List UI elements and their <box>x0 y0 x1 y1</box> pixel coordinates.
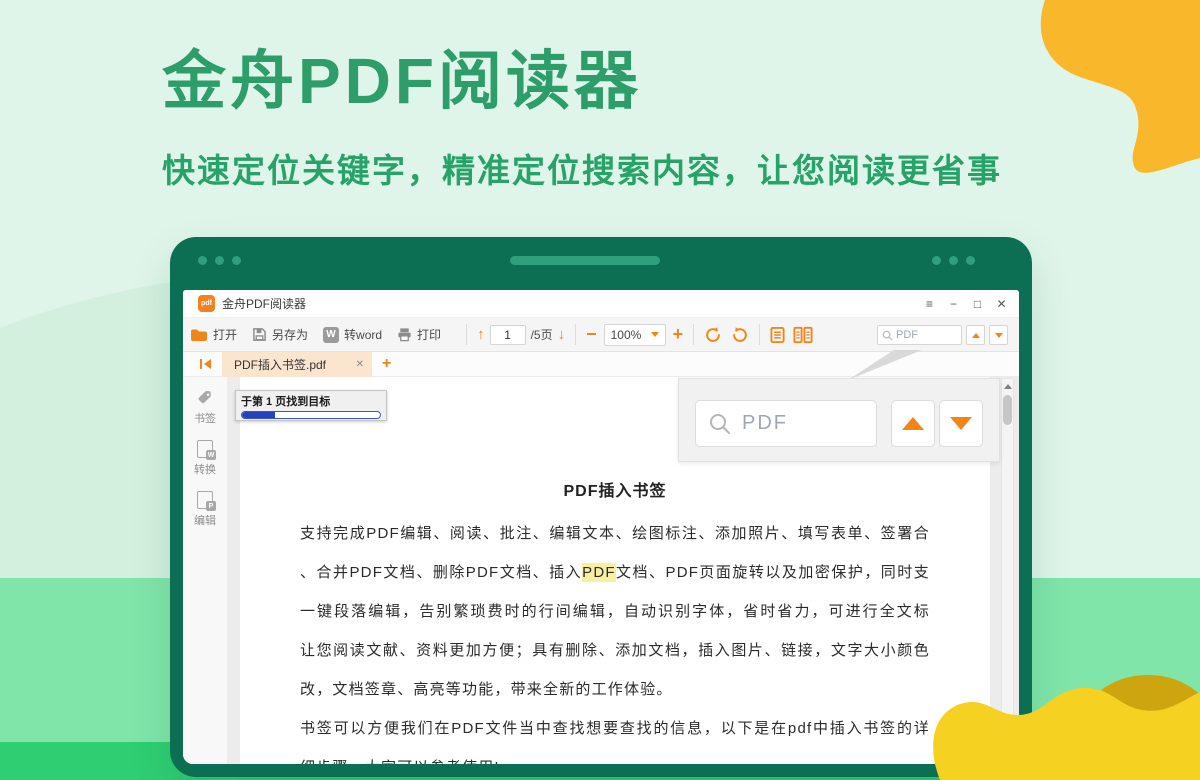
tab-title: PDF插入书签.pdf <box>234 356 350 373</box>
minimize-icon[interactable]: − <box>946 297 961 311</box>
to-word-label: 转word <box>344 326 382 343</box>
app-title: 金舟PDF阅读器 <box>222 295 306 312</box>
document-line: 支持完成PDF编辑、阅读、批注、编辑文本、绘图标注、添加照片、填写表单、签署合同 <box>300 514 930 553</box>
zoom-value: 100% <box>611 328 642 342</box>
document-line: 、合并PDF文档、删除PDF文档、插入PDF文档、PDF页面旋转以及加密保护，同… <box>300 553 930 592</box>
edit-icon: P <box>197 491 213 509</box>
search-overlay-box[interactable] <box>695 400 877 447</box>
open-label: 打开 <box>213 326 237 343</box>
sidebar-item-label: 书签 <box>194 410 216 426</box>
save-icon <box>252 327 267 342</box>
print-button[interactable]: 打印 <box>397 326 441 343</box>
sidebar-item-convert[interactable]: W 转换 <box>183 440 227 477</box>
search-overlay <box>678 378 1000 462</box>
search-prev-button-large[interactable] <box>891 400 935 447</box>
scrollbar-thumb[interactable] <box>1003 395 1012 425</box>
page: 金舟PDF阅读器 快速定位关键字，精准定位搜索内容，让您阅读更省事 pdf 金舟… <box>0 0 1200 780</box>
search-prev-button[interactable] <box>966 325 985 345</box>
folder-open-icon <box>190 328 208 342</box>
chrome-pill <box>510 256 660 265</box>
tab-document[interactable]: PDF插入书签.pdf ✕ <box>222 352 372 377</box>
toolbar-separator <box>466 324 467 345</box>
chrome-dots-right <box>932 256 975 265</box>
close-icon[interactable]: ✕ <box>994 297 1009 311</box>
toolbar-search-input[interactable] <box>896 329 954 341</box>
toolbar-search-box[interactable] <box>877 325 962 345</box>
sidebar-item-edit[interactable]: P 编辑 <box>183 491 227 528</box>
page-subtitle: 快速定位关键字，精准定位搜索内容，让您阅读更省事 <box>162 144 1002 192</box>
open-button[interactable]: 打开 <box>190 326 237 343</box>
scrollbar[interactable] <box>1001 378 1014 764</box>
page-number-input[interactable] <box>490 325 526 345</box>
top-right-decor <box>1020 0 1200 220</box>
sidebar-item-bookmarks[interactable]: 书签 <box>183 389 227 426</box>
menu-icon[interactable]: ≡ <box>922 297 937 311</box>
document-line: 一键段落编辑，告别繁琐费时的行间编辑，自动识别字体，省时省力，可进行全文标注， <box>300 592 930 631</box>
sidebar-item-label: 编辑 <box>194 512 216 528</box>
page-total-label: /5页 <box>531 326 553 343</box>
page-down-icon[interactable]: ↓ <box>558 326 566 343</box>
window-body: pdf 金舟PDF阅读器 ≡ − □ ✕ 打开 <box>183 290 1019 764</box>
chrome-dots-left <box>198 256 241 265</box>
toolbar-search-cluster <box>877 325 1008 345</box>
find-progress-popup: 于第 1 页找到目标 <box>235 390 387 421</box>
print-icon <box>397 327 412 342</box>
chevron-down-icon <box>995 333 1003 338</box>
app-window: pdf 金舟PDF阅读器 ≡ − □ ✕ 打开 <box>170 237 1032 777</box>
single-page-view-icon[interactable] <box>770 326 785 344</box>
page-title: 金舟PDF阅读器 <box>162 30 1002 122</box>
rotate-right-icon[interactable] <box>731 326 749 344</box>
app-logo-icon: pdf <box>198 295 215 312</box>
maximize-icon[interactable]: □ <box>970 297 985 311</box>
zoom-out-icon[interactable]: − <box>586 324 597 345</box>
sidebar-item-label: 转换 <box>194 461 216 477</box>
find-progress-fill <box>242 412 275 418</box>
to-word-button[interactable]: W 转word <box>323 326 382 343</box>
titlebar: pdf 金舟PDF阅读器 ≡ − □ ✕ <box>183 290 1019 318</box>
save-as-label: 另存为 <box>272 326 308 343</box>
window-controls: ≡ − □ ✕ <box>922 290 1009 318</box>
sidebar-toggle-icon[interactable] <box>199 358 212 370</box>
chevron-down-icon <box>950 417 972 430</box>
convert-icon: W <box>197 440 213 458</box>
two-page-view-icon[interactable] <box>793 326 813 344</box>
print-label: 打印 <box>417 326 441 343</box>
search-icon <box>882 330 893 341</box>
search-highlight: PDF <box>582 563 616 582</box>
rotate-left-icon[interactable] <box>704 326 722 344</box>
word-icon: W <box>323 327 339 343</box>
content-area: 书签 W 转换 P 编辑 PDF插入书签 支持完成PDF编辑、阅读、批注、编辑文… <box>183 377 1019 764</box>
toolbar-separator <box>693 324 694 345</box>
document-line: 让您阅读文献、资料更加方便；具有删除、添加文档，插入图片、链接，文字大小颜色更 <box>300 631 930 670</box>
document-lines: 支持完成PDF编辑、阅读、批注、编辑文本、绘图标注、添加照片、填写表单、签署合同… <box>300 514 930 764</box>
add-tab-icon[interactable]: + <box>382 355 391 373</box>
close-tab-icon[interactable]: ✕ <box>356 359 364 370</box>
chevron-down-icon <box>651 332 659 337</box>
window-chrome <box>170 237 1032 290</box>
left-sidebar: 书签 W 转换 P 编辑 <box>183 377 228 764</box>
find-progress-bar <box>241 411 381 419</box>
document-line: 书签可以方便我们在PDF文件当中查找想要查找的信息，以下是在pdf中插入书签的详 <box>300 709 930 748</box>
toolbar: 打开 另存为 W 转word 打印 <box>183 318 1019 352</box>
document-line: 改，文档签章、高亮等功能，带来全新的工作体验。 <box>300 670 930 709</box>
hero: 金舟PDF阅读器 快速定位关键字，精准定位搜索内容，让您阅读更省事 <box>162 30 1002 192</box>
page-up-icon[interactable]: ↑ <box>477 326 485 343</box>
chevron-up-icon <box>972 333 980 338</box>
document-title: PDF插入书签 <box>240 477 990 501</box>
search-next-button[interactable] <box>989 325 1008 345</box>
toolbar-separator <box>759 324 760 345</box>
document-line: 细步骤，大家可以参考使用! <box>300 748 930 764</box>
scrollbar-up-icon[interactable] <box>1004 384 1012 389</box>
zoom-in-icon[interactable]: + <box>673 324 684 345</box>
save-as-button[interactable]: 另存为 <box>252 326 308 343</box>
search-icon <box>708 412 732 436</box>
find-status: 于第 1 页找到目标 <box>241 393 381 409</box>
chevron-up-icon <box>902 417 924 430</box>
toolbar-separator <box>575 324 576 345</box>
zoom-level-select[interactable]: 100% <box>604 324 666 346</box>
search-overlay-input[interactable] <box>742 412 862 435</box>
bookmark-icon <box>196 389 214 407</box>
search-next-button-large[interactable] <box>939 400 983 447</box>
